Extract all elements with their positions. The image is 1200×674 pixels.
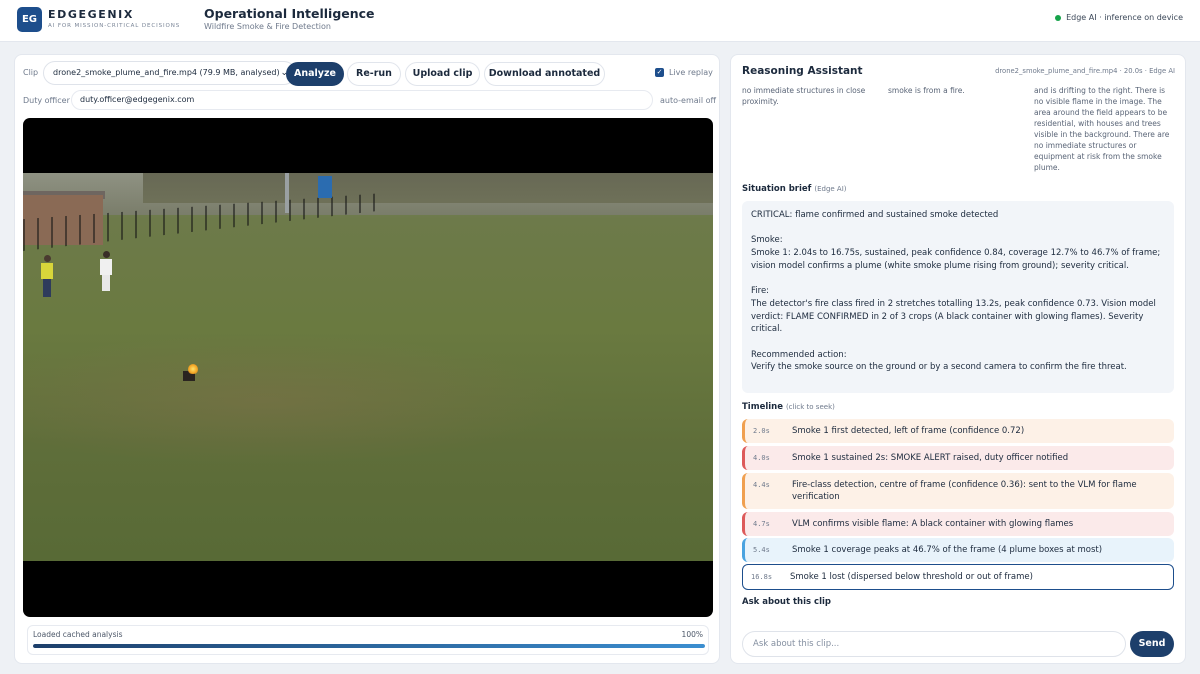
rerun-button[interactable]: Re-run [347, 62, 401, 86]
frame-banner [318, 176, 332, 198]
analyze-button[interactable]: Analyze [286, 62, 344, 86]
timeline-text: Smoke 1 first detected, left of frame (c… [792, 426, 1025, 436]
timeline-item[interactable]: 5.4s Smoke 1 coverage peaks at 46.7% of … [742, 538, 1174, 562]
frame-worn-path [23, 323, 623, 463]
timeline-item[interactable]: 4.0s Smoke 1 sustained 2s: SMOKE ALERT r… [742, 446, 1174, 470]
reasoning-fragment: no immediate structures in close proximi… [742, 86, 866, 106]
reasoning-fragment: smoke is from a fire. [888, 86, 965, 95]
checkbox-checked-icon[interactable]: ✓ [655, 68, 664, 77]
timeline-label: Timeline [742, 402, 783, 412]
progress-percent: 100% [681, 630, 703, 639]
clip-label: Clip [23, 68, 39, 77]
send-button[interactable]: Send [1130, 631, 1174, 657]
situation-brief-title: Situation brief (Edge AI) [742, 184, 847, 194]
page-title: Operational Intelligence [204, 6, 375, 21]
timeline-hint: (click to seek) [785, 403, 835, 411]
situation-brief-source: (Edge AI) [814, 185, 847, 193]
frame-trees [143, 173, 713, 203]
video-panel: Clip drone2_smoke_plume_and_fire.mp4 (79… [14, 54, 720, 664]
duty-officer-label: Duty officer [23, 96, 70, 105]
timeline-text: Smoke 1 lost (dispersed below threshold … [790, 572, 1033, 582]
brief-paragraph: CRITICAL: flame confirmed and sustained … [751, 210, 999, 220]
brief-paragraph: Recommended action: Verify the smoke sou… [751, 349, 1127, 373]
download-annotated-button[interactable]: Download annotated [484, 62, 605, 86]
analysis-progress: Loaded cached analysis 100% [27, 625, 709, 655]
assistant-meta: drone2_smoke_plume_and_fire.mp4 · 20.0s … [995, 67, 1175, 75]
timeline-item[interactable]: 2.0s Smoke 1 first detected, left of fra… [742, 419, 1174, 443]
auto-email-status: auto-email off [660, 96, 717, 105]
live-replay-label: Live replay [669, 68, 713, 77]
timeline-time: 4.4s [753, 481, 770, 489]
video-frame [23, 173, 713, 561]
reasoning-fragment: and is drifting to the right. There is n… [1034, 86, 1170, 172]
timeline-time: 4.7s [753, 520, 770, 528]
situation-brief: CRITICAL: flame confirmed and sustained … [742, 201, 1174, 393]
frame-person-yellow-vest [41, 255, 53, 297]
progress-track [33, 644, 705, 648]
status-text: Edge AI · inference on device [1066, 13, 1183, 22]
frame-pole [285, 173, 289, 213]
timeline-item[interactable]: 4.7s VLM confirms visible flame: A black… [742, 512, 1174, 536]
ask-input[interactable]: Ask about this clip... [742, 631, 1126, 657]
status-indicator: Edge AI · inference on device [1055, 13, 1183, 22]
timeline-time: 2.0s [753, 427, 770, 435]
video-player[interactable] [23, 118, 713, 617]
progress-fill [33, 644, 705, 648]
timeline-text: Smoke 1 coverage peaks at 46.7% of the f… [792, 545, 1103, 555]
timeline-time: 5.4s [753, 546, 770, 554]
brand-name: EDGEGENIX [48, 8, 134, 21]
timeline-text: VLM confirms visible flame: A black cont… [792, 519, 1074, 529]
duty-officer-email-field[interactable]: duty.officer@edgegenix.com [71, 90, 653, 110]
progress-text: Loaded cached analysis [33, 630, 123, 639]
timeline-time: 4.0s [753, 454, 770, 462]
status-dot-icon [1055, 14, 1062, 21]
timeline-text: Smoke 1 sustained 2s: SMOKE ALERT raised… [792, 453, 1069, 463]
clip-select[interactable]: drone2_smoke_plume_and_fire.mp4 (79.9 MB… [43, 61, 296, 85]
timeline-text: Fire-class detection, centre of frame (c… [792, 480, 1137, 502]
upload-clip-button[interactable]: Upload clip [405, 62, 480, 86]
timeline-item[interactable]: 4.4s Fire-class detection, centre of fra… [742, 473, 1174, 509]
timeline-time: 16.8s [751, 573, 773, 581]
brand-tagline: AI FOR MISSION-CRITICAL DECISIONS [48, 23, 181, 29]
page-subtitle: Wildfire Smoke & Fire Detection [204, 22, 331, 31]
assistant-title: Reasoning Assistant [742, 65, 863, 77]
flame-icon [188, 364, 198, 374]
ask-section-title: Ask about this clip [742, 597, 831, 607]
clip-select-value: drone2_smoke_plume_and_fire.mp4 (79.9 MB… [53, 68, 280, 77]
app-header: EG EDGEGENIX AI FOR MISSION-CRITICAL DEC… [0, 0, 1200, 42]
logo: EG [17, 7, 42, 32]
timeline-item-selected[interactable]: 16.8s Smoke 1 lost (dispersed below thre… [742, 564, 1174, 590]
live-replay-toggle[interactable]: ✓ Live replay [655, 68, 713, 77]
brief-paragraph: Smoke: Smoke 1: 2.04s to 16.75s, sustain… [751, 235, 1161, 271]
brief-paragraph: Fire: The detector's fire class fired in… [751, 286, 1156, 335]
frame-person-white [100, 251, 112, 291]
situation-brief-label: Situation brief [742, 184, 812, 194]
timeline-title: Timeline (click to seek) [742, 402, 835, 412]
reasoning-assistant-panel: Reasoning Assistant drone2_smoke_plume_a… [730, 54, 1186, 664]
